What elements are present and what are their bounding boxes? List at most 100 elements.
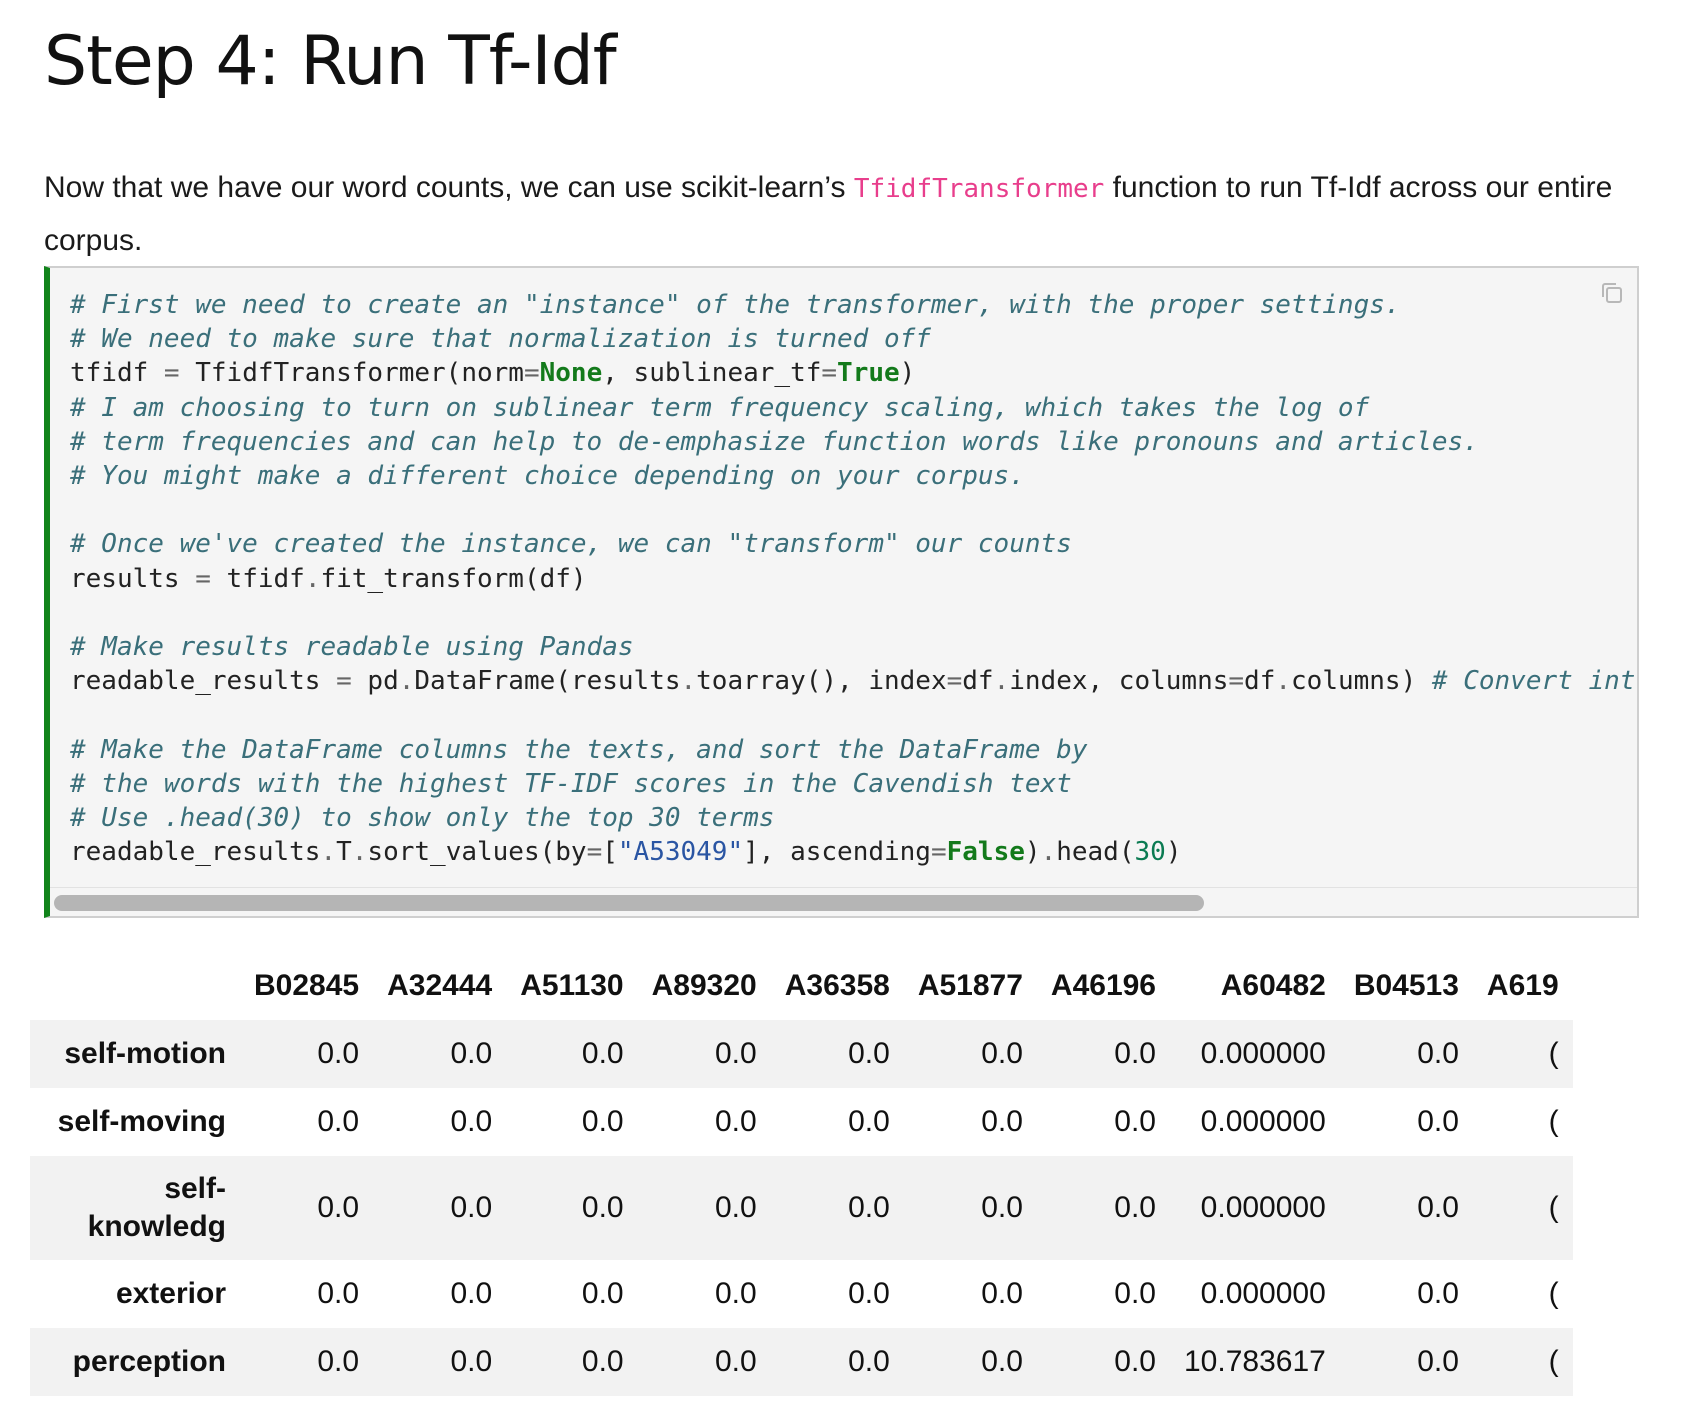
row-label: perception — [72, 1345, 226, 1378]
table-cell: 0.0 — [848, 1105, 890, 1138]
table-cell: 0.0 — [1114, 1345, 1156, 1378]
column-header: A60482 — [1220, 969, 1326, 1002]
table-cell: 0.0 — [981, 1191, 1023, 1224]
table-cell: 0.0 — [1417, 1345, 1459, 1378]
column-header: A32444 — [387, 969, 493, 1002]
code-token: # We need to make sure that normalizatio… — [70, 324, 931, 355]
code-token: results — [70, 563, 196, 594]
column-header: A619 — [1486, 969, 1559, 1002]
code-token: = — [163, 358, 180, 389]
table-row: perception 0.0 0.0 0.0 0.0 0.0 0.0 0.0 10.783617… — [30, 1328, 1573, 1396]
code-line: results = tfidf.fit_transform(df) — [70, 564, 587, 594]
table-cell: 0.000000 — [1200, 1105, 1326, 1138]
code-token: , sublinear_tf — [602, 358, 822, 389]
row-label: self-​knowledg — [87, 1172, 226, 1243]
table-cell: 0.0 — [450, 1105, 493, 1138]
code-token: TfidfTransformer(norm — [179, 358, 524, 389]
table-cell: 0.0 — [317, 1345, 360, 1378]
code-token: = — [946, 666, 963, 697]
table-row: self-moving 0.0 0.0 0.0 0.0 0.0 0.0 0.0 0.000000… — [30, 1088, 1573, 1156]
table-cell: 0.0 — [450, 1277, 493, 1310]
table-cell: 0.0 — [1114, 1105, 1156, 1138]
table-cell: 0.0 — [1114, 1277, 1156, 1310]
code-cell[interactable]: # First we need to create an "instance" … — [44, 266, 1639, 918]
code-line: # Once we've created the instance, we ca… — [70, 529, 1072, 559]
table-cell: 0.000000 — [1200, 1277, 1326, 1310]
horizontal-scrollbar[interactable] — [50, 887, 1637, 916]
column-header: B02845 — [254, 969, 360, 1002]
code-token: sort_values(by — [367, 837, 587, 868]
code-token: ) — [899, 358, 916, 389]
table-header-row: B02845 A32444 A51130 A89320 A36358 A51877 A461… — [30, 952, 1573, 1020]
table-cell: 0.0 — [317, 1105, 360, 1138]
code-line: # Use .head(30) to show only the top 30 … — [70, 803, 774, 833]
code-token: . — [680, 666, 697, 697]
code-line: # We need to make sure that normalizatio… — [70, 324, 931, 354]
code-line: readable_results = pd.DataFrame(results.… — [70, 666, 1635, 696]
page-title: Step 4: Run Tf-Idf — [44, 22, 617, 101]
intro-text-before: Now that we have our word counts, we can… — [44, 171, 854, 204]
code-token: None — [539, 358, 603, 389]
code-token: = — [523, 358, 540, 389]
code-token: # First we need to create an "instance" … — [70, 290, 1401, 320]
table-cell: 0.0 — [581, 1191, 624, 1224]
code-token: False — [946, 837, 1025, 868]
column-header: A46196 — [1050, 969, 1156, 1002]
code-token: tfidf — [70, 358, 164, 389]
column-header: A89320 — [651, 969, 757, 1002]
table-cell: 0.0 — [715, 1191, 757, 1224]
table-cell: 0.0 — [981, 1277, 1023, 1310]
table-cell: 0.0 — [317, 1277, 360, 1310]
code-token: # Convert int — [1431, 666, 1636, 697]
code-token: fit_transform(df) — [320, 563, 587, 594]
table-cell: 0.0 — [1417, 1037, 1459, 1070]
table-cell: 0.0 — [1114, 1191, 1156, 1224]
table-cell: 0.0 — [581, 1345, 624, 1378]
code-token: pd — [351, 666, 399, 697]
index-header — [30, 952, 240, 1020]
results-table: B02845 A32444 A51130 A89320 A36358 A51877 A461… — [30, 952, 1573, 1396]
code-token: . — [304, 563, 321, 594]
table-cell: 0.0 — [450, 1037, 493, 1070]
code-token: . — [1275, 666, 1292, 697]
code-token: columns) — [1291, 666, 1432, 697]
code-token: . — [993, 666, 1010, 697]
table-row: self-​knowledg 0.0 0.0 0.0 0.0 0.0 0.0 0.0 0.000… — [30, 1156, 1573, 1260]
code-token: = — [586, 837, 603, 868]
code-line: # term frequencies and can help to de-em… — [70, 427, 1479, 457]
row-label: exterior — [115, 1277, 226, 1310]
table-cell: 0.0 — [715, 1105, 757, 1138]
code-token: = — [930, 837, 947, 868]
table-cell: 0.0 — [715, 1277, 757, 1310]
code-token: T — [336, 837, 352, 868]
code-token: ) — [1165, 837, 1182, 868]
table-cell: 0.0 — [581, 1105, 624, 1138]
code-token: # Make the DataFrame columns the texts, … — [70, 734, 1088, 765]
table-cell: 0.0 — [1114, 1037, 1156, 1070]
code-token: tfidf — [210, 563, 305, 594]
code-token: # Use .head(30) to show only the top 30 … — [70, 803, 775, 834]
table-cell: 0.0 — [848, 1037, 890, 1070]
code-token: [ — [602, 837, 618, 868]
code-token: head( — [1056, 837, 1135, 868]
code-token: # You might make a different choice depe… — [70, 461, 1025, 492]
table-cell: 0.0 — [1417, 1277, 1459, 1310]
code-token: df — [962, 666, 994, 697]
table-cell: 0.0 — [715, 1037, 757, 1070]
row-label: self-moving — [57, 1105, 226, 1138]
table-cell: 0.0 — [1417, 1191, 1459, 1224]
dataframe-output: B02845 A32444 A51130 A89320 A36358 A51877 A461… — [30, 952, 1596, 1408]
code-token: # I am choosing to turn on sublinear ter… — [70, 392, 1370, 423]
table-cell: 0.0 — [450, 1191, 493, 1224]
column-header: A36358 — [784, 969, 890, 1002]
code-token: . — [398, 666, 415, 697]
code-line: tfidf = TfidfTransformer(norm=None, subl… — [70, 358, 915, 388]
code-token: = — [195, 563, 211, 594]
code-line: # Make results readable using Pandas — [70, 632, 634, 662]
code-block[interactable]: # First we need to create an "instance" … — [70, 288, 1635, 869]
code-token: . — [351, 837, 368, 868]
table-cell: 0.0 — [317, 1037, 360, 1070]
table-cell: 0.0 — [981, 1037, 1023, 1070]
scrollbar-thumb[interactable] — [54, 895, 1204, 911]
column-header: B04513 — [1353, 969, 1459, 1002]
